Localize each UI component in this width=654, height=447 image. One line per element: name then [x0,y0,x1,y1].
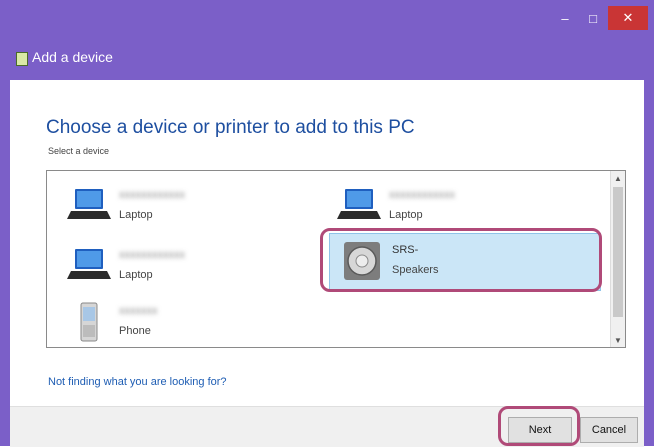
vertical-scrollbar[interactable]: ▲ ▼ [610,171,625,347]
title-bar[interactable]: – □ ✕ Add a device [0,0,654,80]
device-name: xxxxxxxxxxxx [119,249,185,261]
device-name: xxxxxxx [119,305,158,317]
minimize-button[interactable]: – [552,6,578,30]
not-finding-link[interactable]: Not finding what you are looking for? [48,376,227,388]
laptop-icon [337,189,381,219]
close-button[interactable]: ✕ [608,6,648,30]
device-name: xxxxxxxxxxxx [389,189,455,201]
device-name: xxxxxxxxxxxx [119,189,185,201]
page-title: Choose a device or printer to add to thi… [46,117,415,138]
page-subtitle: Select a device [48,146,110,156]
speaker-highlight [320,228,602,292]
scroll-down-icon[interactable]: ▼ [611,333,625,347]
device-item[interactable]: xxxxxxx Phone [57,295,297,347]
device-type: Laptop [119,269,153,281]
laptop-icon [67,189,111,219]
dialog-content: Choose a device or printer to add to thi… [10,80,644,406]
phone-icon [80,302,98,342]
device-item[interactable]: xxxxxxxxxxxx Laptop [57,179,297,231]
scroll-thumb[interactable] [613,187,623,317]
window-title: Add a device [32,49,113,65]
device-type: Laptop [389,209,423,221]
device-type: Phone [119,325,151,337]
device-item[interactable]: xxxxxxxxxxxx Laptop [327,179,567,231]
add-device-window: – □ ✕ Add a device Choose a device or pr… [0,0,654,447]
laptop-icon [67,249,111,279]
add-device-icon [16,52,28,66]
next-highlight [498,406,580,446]
device-type: Laptop [119,209,153,221]
maximize-button[interactable]: □ [580,6,606,30]
device-item[interactable]: xxxxxxxxxxxx Laptop [57,239,297,291]
cancel-button[interactable]: Cancel [580,417,638,443]
scroll-up-icon[interactable]: ▲ [611,171,625,185]
